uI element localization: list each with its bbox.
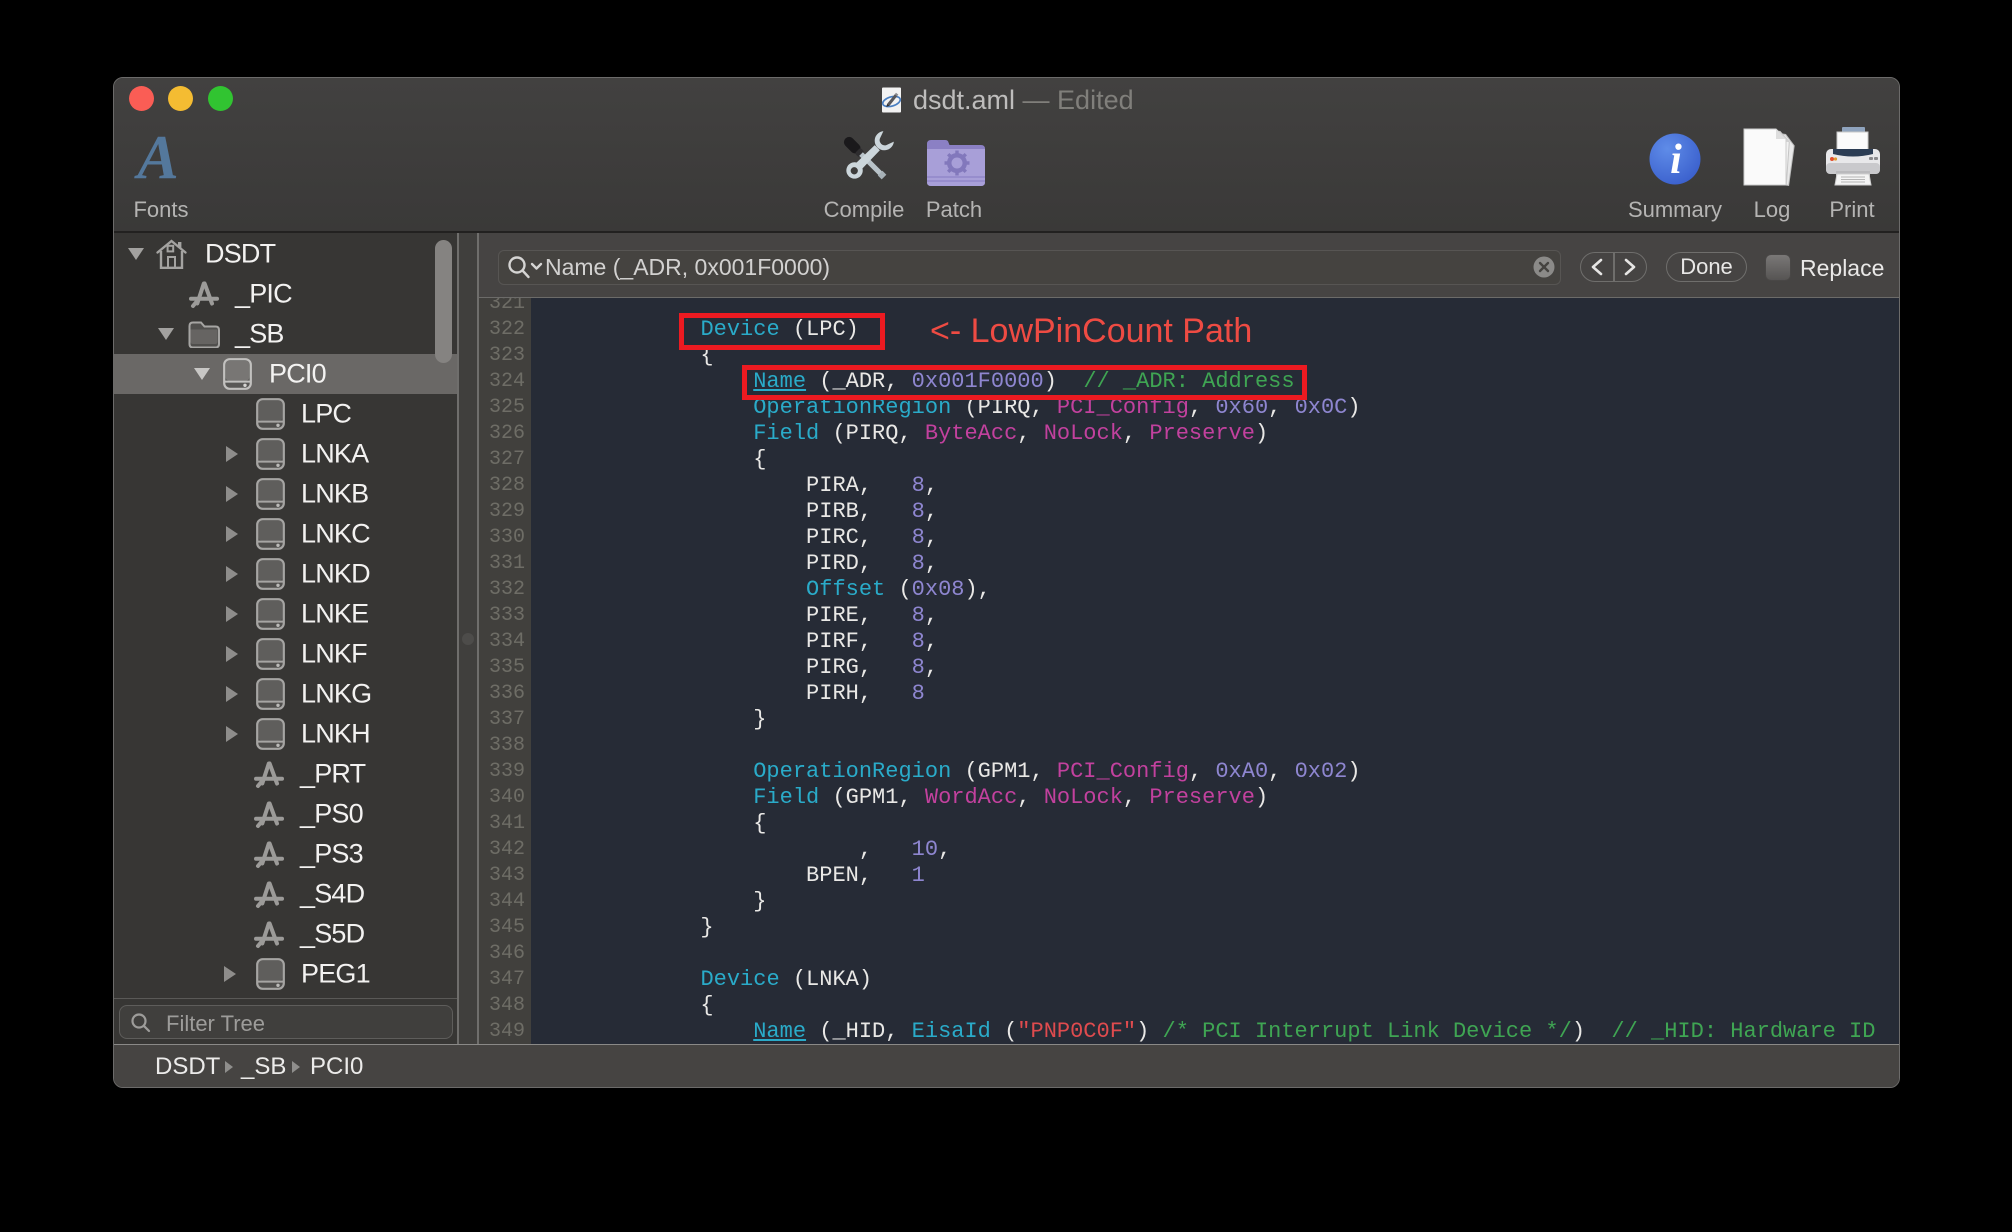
svg-text:i: i [1670, 137, 1682, 183]
